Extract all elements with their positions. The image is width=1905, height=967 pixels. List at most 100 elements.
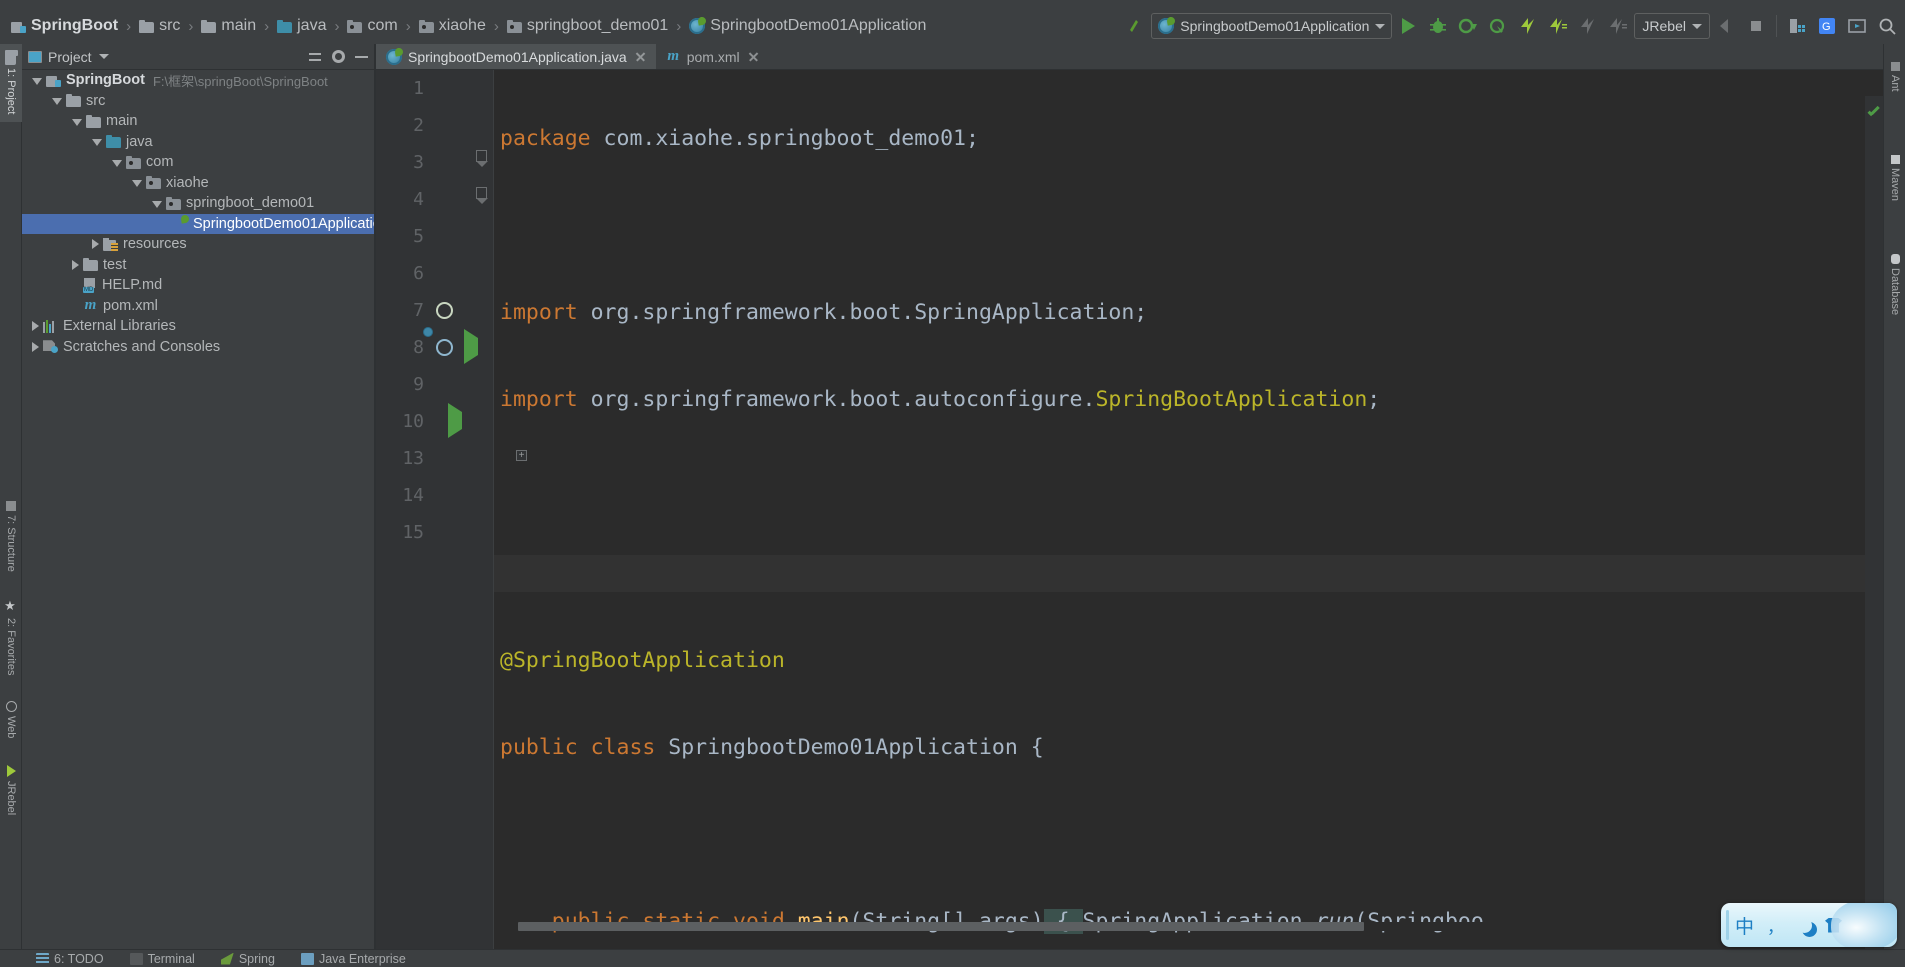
run-configuration-selector[interactable]: SpringbootDemo01Application [1151,13,1393,39]
gear-icon[interactable] [332,50,345,63]
close-icon[interactable] [748,51,759,62]
code-viewport[interactable]: 1 2 3 4 5 6 7 8 9 10 13 14 15 + package … [376,70,1883,949]
attach-icon[interactable] [1712,12,1740,40]
breadcrumb-item-src[interactable]: src [136,8,183,44]
sidebar-item-project[interactable]: 1: Project [0,44,22,122]
screen-icon[interactable] [1843,12,1871,40]
breadcrumb-item-main[interactable]: main [198,8,259,44]
tree-node-external-libraries[interactable]: External Libraries [22,316,374,337]
inspection-gutter[interactable] [1865,96,1883,949]
search-everywhere-icon[interactable] [1873,12,1901,40]
stop-icon[interactable] [1742,12,1770,40]
panel-title: Project [48,48,92,65]
package-icon [347,19,363,33]
sidebar-item-jrebel[interactable]: JRebel [0,756,22,824]
chevron-collapsed-icon[interactable] [72,259,79,270]
chevron-expanded-icon[interactable] [52,98,62,106]
collapse-all-icon[interactable] [308,50,322,64]
run-icon[interactable] [1394,12,1422,40]
chevron-expanded-icon[interactable] [132,180,142,188]
bottom-tab-java-enterprise[interactable]: Java Enterprise [300,952,406,966]
tree-node-help-md[interactable]: HELP.md [22,275,374,296]
fold-import-icon[interactable] [476,150,488,167]
sidebar-item-favorites[interactable]: ★ 2: Favorites [0,589,22,685]
language-mode-icon[interactable]: 中 [1735,912,1754,939]
tree-node-resources[interactable]: resources [22,234,374,255]
todo-icon [36,952,49,965]
breadcrumb-item-java[interactable]: java [274,8,329,44]
folder-icon [66,94,81,108]
chevron-expanded-icon[interactable] [152,200,162,208]
jrebel-debug-icon[interactable] [1544,12,1572,40]
punctuation-icon[interactable]: ， [1767,913,1784,938]
chevron-expanded-icon[interactable] [32,77,42,85]
breadcrumb-label: com [367,17,398,34]
ime-toolbar[interactable]: 中 ， [1721,903,1897,947]
jrebel-disabled-run-icon[interactable] [1574,12,1602,40]
build-project-icon[interactable] [1121,12,1149,40]
fold-import-icon[interactable] [476,187,488,204]
scratches-icon [43,340,58,354]
chevron-collapsed-icon[interactable] [32,321,39,332]
tree-node-pom-xml[interactable]: m pom.xml [22,296,374,317]
chevron-expanded-icon[interactable] [72,118,82,126]
code-token: org.springframework.boot.SpringApplicati… [577,300,1148,325]
tree-node-application-class[interactable]: SpringbootDemo01Application [22,213,374,234]
spring-bean-gutter-icon[interactable] [423,327,456,359]
editor-gutter[interactable]: 1 2 3 4 5 6 7 8 9 10 13 14 15 [376,70,494,949]
tree-node-springboot[interactable]: SpringBoot F:\框架\springBoot\SpringBoot [22,70,374,91]
breadcrumb-item-springboot[interactable]: SpringBoot [8,8,121,44]
sidebar-item-database[interactable]: Database [1884,242,1905,328]
tree-node-xiaohe[interactable]: xiaohe [22,173,374,194]
jrebel-disabled-debug-icon[interactable] [1604,12,1632,40]
tab-springboot-demo01-application-java[interactable]: SpringbootDemo01Application.java [376,44,656,69]
tree-node-java[interactable]: java [22,132,374,153]
moon-icon[interactable] [1797,918,1812,933]
sidebar-item-ant[interactable]: Ant [1884,50,1905,104]
chevron-expanded-icon[interactable] [112,159,122,167]
scrollbar-thumb[interactable] [518,922,1364,931]
sidebar-item-maven[interactable]: Maven [1884,142,1905,214]
sidebar-item-structure[interactable]: 7: Structure [0,490,22,582]
debug-icon[interactable] [1424,12,1452,40]
breadcrumb-item-xiaohe[interactable]: xiaohe [416,8,489,44]
spring-bean-gutter-icon[interactable] [432,298,456,322]
chevron-expanded-icon[interactable] [92,139,102,147]
tree-node-springboot-demo01[interactable]: springboot_demo01 [22,193,374,214]
tree-node-main[interactable]: main [22,111,374,132]
run-class-gutter-icon[interactable] [464,329,488,364]
tab-pom-xml[interactable]: m pom.xml [656,44,769,69]
tree-node-src[interactable]: src [22,91,374,112]
update-app-icon[interactable] [1783,12,1811,40]
bottom-tab-spring[interactable]: Spring [220,952,275,966]
google-translate-icon[interactable]: G [1813,12,1841,40]
jrebel-selector[interactable]: JRebel [1634,13,1710,39]
chevron-collapsed-icon[interactable] [92,239,99,250]
tree-node-com[interactable]: com [22,152,374,173]
tree-node-label: springboot_demo01 [186,195,315,212]
ime-drag-handle[interactable] [1726,910,1729,940]
breadcrumb-item-springboot-demo01[interactable]: springboot_demo01 [504,8,671,44]
profile-icon[interactable] [1484,12,1512,40]
breadcrumb-item-com[interactable]: com [344,8,400,44]
chevron-down-icon[interactable] [98,54,109,59]
jrebel-run-icon[interactable] [1514,12,1542,40]
sidebar-item-web[interactable]: Web [0,692,22,748]
bottom-tab-todo[interactable]: 6: TODO [36,952,104,966]
run-with-coverage-icon[interactable] [1454,12,1482,40]
close-icon[interactable] [635,51,646,62]
line-number: 5 [413,226,424,247]
code-token: @SpringBootApplication [500,648,785,673]
chevron-collapsed-icon[interactable] [32,341,39,352]
hide-panel-icon[interactable] [355,55,368,58]
run-method-gutter-icon[interactable] [448,403,472,438]
line-number: 13 [402,448,424,469]
skin-icon[interactable] [1825,917,1843,933]
resources-folder-icon [103,237,118,251]
code-content[interactable]: package com.xiaohe.springboot_demo01; im… [494,70,1883,949]
tree-node-test[interactable]: test [22,255,374,276]
bottom-tab-terminal[interactable]: Terminal [129,952,195,966]
editor-horizontal-scrollbar[interactable] [494,922,1865,931]
tree-node-scratches[interactable]: Scratches and Consoles [22,337,374,358]
breadcrumb-item-application-class[interactable]: SpringbootDemo01Application [686,8,929,44]
